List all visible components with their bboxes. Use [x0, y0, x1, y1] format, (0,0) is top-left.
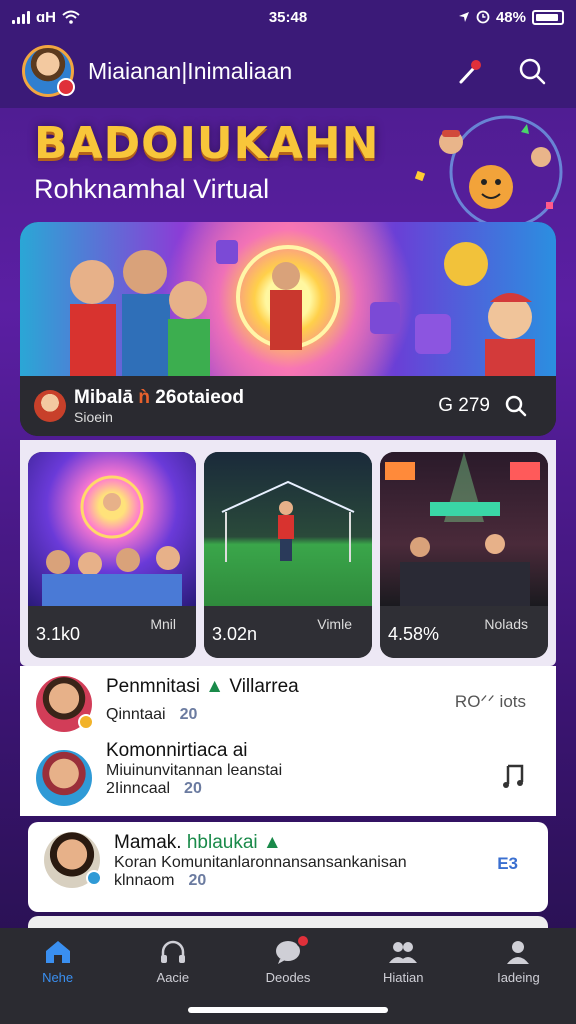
- cartoon-characters-illustration: [414, 115, 563, 229]
- search-button[interactable]: [510, 49, 554, 93]
- post-right-label[interactable]: E3: [497, 854, 518, 874]
- post-title: Mamak.: [114, 832, 182, 853]
- people-icon: [389, 941, 418, 963]
- home-indicator[interactable]: [188, 1007, 388, 1013]
- location-icon: [458, 12, 469, 22]
- hero-subtitle: Rohknamhal Virtual: [34, 174, 270, 204]
- signal-icon: [12, 10, 30, 24]
- avatar: [36, 750, 92, 806]
- wifi-icon: [62, 10, 80, 24]
- battery-percent: 48%: [495, 8, 526, 26]
- banner-info-bar: Mibalā ǹ 26otaieod Sioein G 279: [20, 376, 556, 436]
- room-thumbnail-meta: Vimle 3.02n: [204, 606, 372, 658]
- carrier-label: ɑH: [36, 8, 56, 26]
- status-bar: ɑH 35:48 48%: [0, 0, 576, 34]
- hero-title: BADOIUKAHN: [34, 118, 380, 169]
- bottom-tab-bar: Nehe Aacie Deodes Hiatian Iadeing: [0, 928, 576, 994]
- channel-avatar: [34, 390, 66, 422]
- tab-label: Deodes: [265, 969, 311, 985]
- list-item-count: 20: [179, 706, 198, 723]
- post-card[interactable]: Mamak. hblaukai ▲ Koran Komunitanlaronna…: [28, 822, 548, 912]
- music-note-icon[interactable]: [502, 762, 526, 790]
- search-icon[interactable]: [504, 394, 528, 418]
- profile-avatar[interactable]: [22, 45, 75, 97]
- post-highlight: hblaukai: [186, 832, 258, 853]
- post-body: Koran Komunitanlaronnansansankanisan: [114, 854, 407, 871]
- list-item[interactable]: Komonnirtiaca ai Miuinunvitannan leansta…: [20, 740, 556, 816]
- room-thumbnail-1[interactable]: Mnil 3.1k0: [28, 452, 196, 658]
- list-item-body: Miuinunvitannan leanstai: [106, 762, 283, 779]
- tab-label: Iadeing: [497, 969, 540, 985]
- headphones-icon: [160, 940, 185, 963]
- profile-icon: [507, 940, 530, 964]
- room-thumbnail-label: Nolads: [484, 616, 528, 632]
- banner-title: Mibalā ǹ 26otaieod: [74, 387, 244, 408]
- list-item-meta: Qinntaai: [106, 706, 166, 723]
- room-thumbnail-2[interactable]: Vimle 3.02n: [204, 452, 372, 658]
- room-thumbnail-meta: Nolads 4.58%: [380, 606, 548, 658]
- community-list: Penmnitasi ▲ Villarrea Qinntaai 20 ROᐟᐟ i…: [20, 666, 556, 816]
- next-post-card: [28, 916, 548, 928]
- alarm-icon: [476, 10, 490, 24]
- room-thumbnail-3[interactable]: Nolads 4.58%: [380, 452, 548, 658]
- room-thumbnail-image: [380, 452, 548, 606]
- room-thumbnail-stat: 3.02n: [212, 624, 258, 644]
- tab-home[interactable]: Nehe: [0, 928, 115, 994]
- tab-profile[interactable]: Iadeing: [461, 928, 576, 994]
- microphone-button[interactable]: [448, 49, 492, 93]
- room-thumbnail-label: Vimle: [317, 616, 352, 632]
- list-item-right-label: ROᐟᐟ iots: [454, 692, 526, 711]
- tab-friends[interactable]: Hiatian: [346, 928, 461, 994]
- tab-audio[interactable]: Aacie: [115, 928, 230, 994]
- search-icon: [519, 58, 546, 85]
- status-time: 35:48: [268, 8, 308, 26]
- post-count: 20: [188, 872, 207, 889]
- home-icon: [45, 940, 70, 963]
- tab-label: Hiatian: [382, 969, 424, 985]
- room-thumbnail-meta: Mnil 3.1k0: [28, 606, 196, 658]
- tab-label: Nehe: [42, 969, 74, 985]
- list-item-count: 20: [184, 780, 202, 797]
- microphone-icon: [459, 60, 481, 84]
- app-header: Miaianan|Inimaliaan: [0, 34, 576, 108]
- room-thumbnail-image: [204, 452, 372, 606]
- tab-label: Aacie: [156, 969, 190, 985]
- page-title: Miaianan|Inimaliaan: [88, 57, 293, 84]
- karaoke-scene-illustration: [70, 240, 535, 376]
- room-thumbnail-stat: 3.1k0: [36, 624, 81, 644]
- room-thumbnail-image: [28, 452, 196, 606]
- featured-banner-card[interactable]: Mibalā ǹ 26otaieod Sioein G 279: [20, 222, 556, 436]
- post-meta: klnnaom: [114, 872, 175, 889]
- list-item[interactable]: Penmnitasi ▲ Villarrea Qinntaai 20 ROᐟᐟ i…: [20, 666, 556, 742]
- battery-icon: [532, 9, 564, 25]
- room-thumbnail-label: Mnil: [150, 616, 176, 632]
- banner-count: G 279: [438, 395, 490, 416]
- tab-chat[interactable]: Deodes: [230, 928, 345, 994]
- banner-subtitle: Sioein: [74, 409, 113, 425]
- list-item-title: Penmnitasi: [106, 676, 200, 697]
- list-item-title: Komonnirtiaca ai: [106, 740, 248, 761]
- avatar: [36, 676, 94, 732]
- list-item-highlight: Villarrea: [229, 676, 299, 697]
- avatar: [44, 832, 102, 888]
- notification-badge: [57, 78, 75, 96]
- room-thumbnail-stat: 4.58%: [388, 624, 440, 644]
- list-item-meta: 2Iinncaal: [106, 780, 171, 797]
- notification-badge: [296, 933, 310, 948]
- featured-banner-image: [20, 222, 556, 376]
